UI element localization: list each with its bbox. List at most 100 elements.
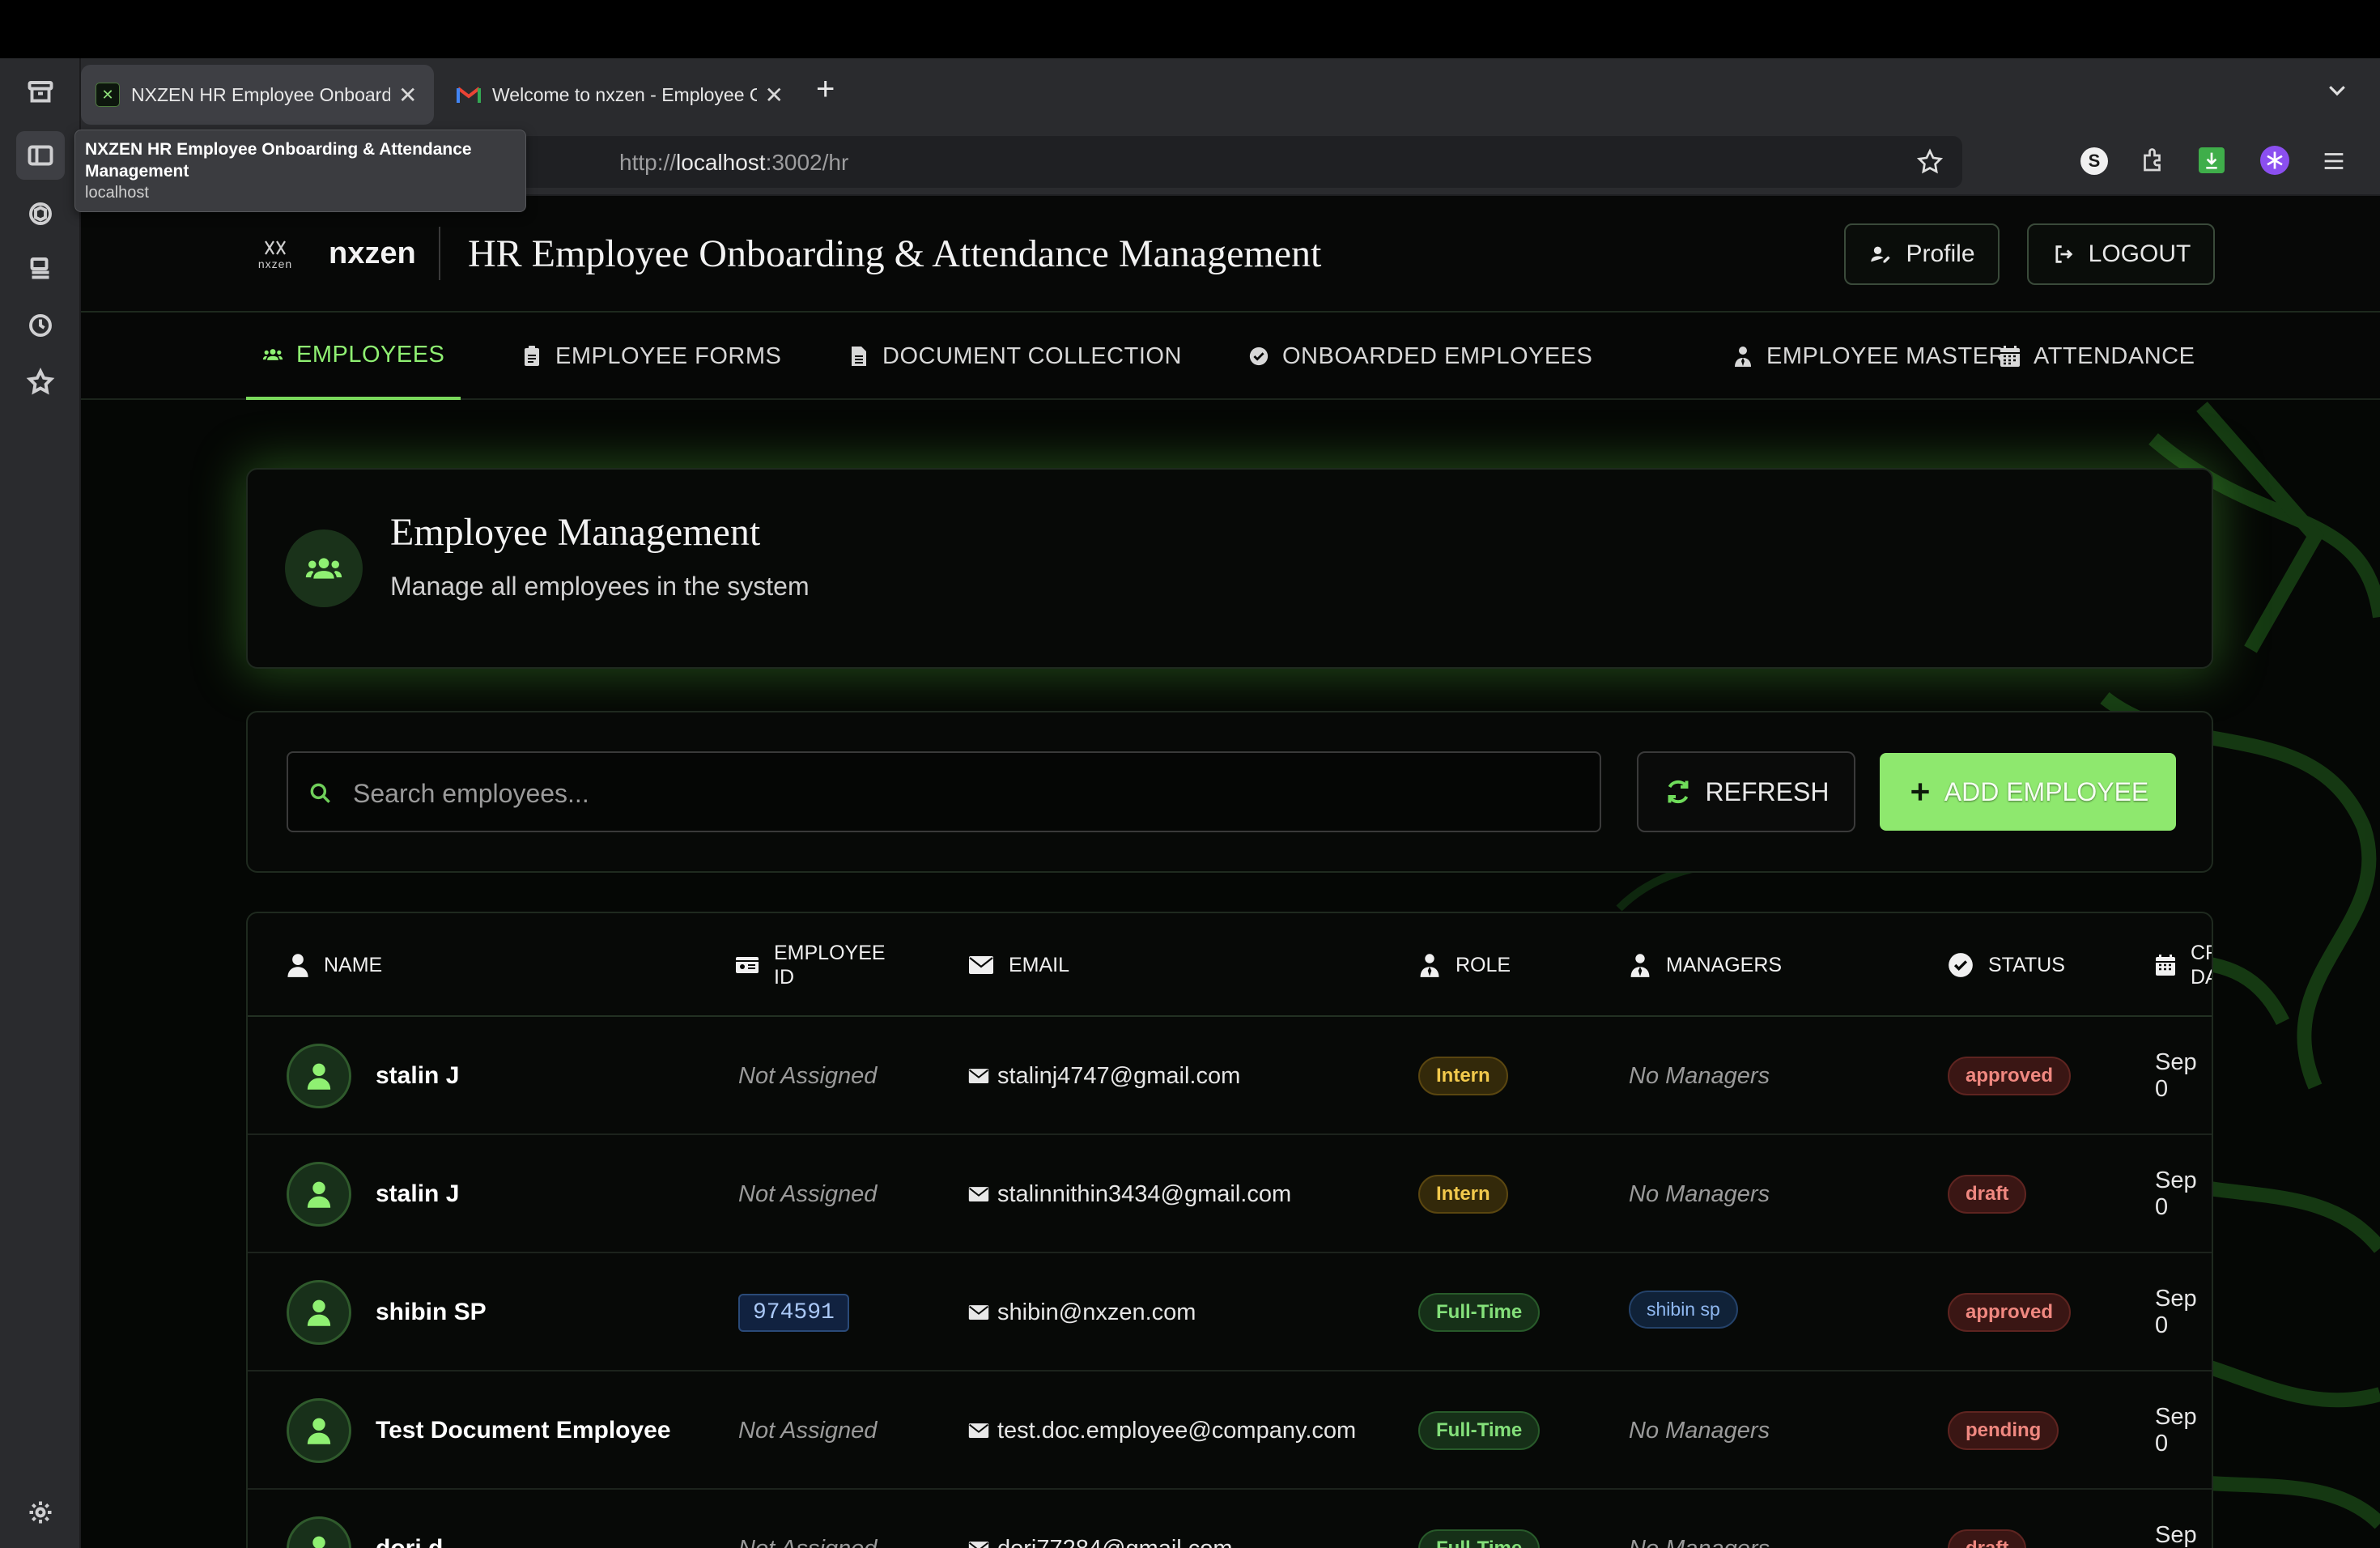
new-tab-button[interactable]: + <box>816 71 835 108</box>
sidebar-toggle-icon[interactable] <box>16 131 65 180</box>
employee-name: dori d <box>376 1535 443 1548</box>
chatgpt-icon[interactable] <box>16 189 65 238</box>
created-date: Sep 0 <box>2155 1167 2197 1220</box>
status-badge: pending <box>1948 1411 2059 1450</box>
refresh-icon <box>1668 780 1688 804</box>
header-label: CRDA <box>2191 942 2212 989</box>
user-tie-icon <box>1732 346 1753 367</box>
table-row[interactable]: stalin J Not Assigned stalinnithin3434@g… <box>248 1135 2212 1253</box>
section-users-icon <box>285 529 363 607</box>
table-row[interactable]: dori d Not Assigned dori77284@gmail.com … <box>248 1490 2212 1548</box>
avatar-user-icon <box>287 1280 351 1345</box>
logo-mark-text: nxzen <box>257 257 293 270</box>
avatar-user-icon <box>287 1044 351 1108</box>
employee-name: shibin SP <box>376 1299 487 1325</box>
managers-value: No Managers <box>1629 1536 1770 1548</box>
nav-document-collection[interactable]: DOCUMENT COLLECTION <box>848 313 1182 400</box>
nav-label: ATTENDANCE <box>2034 342 2195 369</box>
table-row[interactable]: Test Document Employee Not Assigned test… <box>248 1372 2212 1490</box>
employee-id-badge: 974591 <box>738 1293 849 1332</box>
extensions-puzzle-icon[interactable] <box>2139 146 2168 179</box>
bookmarks-star-icon[interactable] <box>16 358 65 406</box>
column-header-managers[interactable]: MANAGERS <box>1629 913 1782 1017</box>
employee-name: Test Document Employee <box>376 1417 671 1444</box>
column-header-name[interactable]: NAME <box>287 913 382 1017</box>
profile-button[interactable]: Profile <box>1844 223 2000 285</box>
header-label: EMPLOYEE ID <box>774 942 886 989</box>
user-icon <box>287 954 308 977</box>
close-tab-icon[interactable]: ✕ <box>398 82 417 108</box>
page-title: HR Employee Onboarding & Attendance Mana… <box>468 232 1322 275</box>
nav-label: DOCUMENT COLLECTION <box>882 342 1182 369</box>
menu-hamburger-icon[interactable] <box>2320 147 2348 179</box>
window-titlebar <box>0 0 2380 58</box>
column-header-email[interactable]: EMAIL <box>968 913 1069 1017</box>
avatar-user-icon <box>287 1516 351 1548</box>
header-divider <box>439 227 440 280</box>
history-icon[interactable] <box>16 301 65 350</box>
header-label: STATUS <box>1988 953 2065 976</box>
status-badge: draft <box>1948 1175 2027 1214</box>
avatar-user-icon <box>287 1398 351 1463</box>
column-header-employee-id[interactable]: EMPLOYEE ID <box>735 913 886 1017</box>
table-row[interactable]: stalin J Not Assigned stalinj4747@gmail.… <box>248 1017 2212 1135</box>
tab-strip: ✕ NXZEN HR Employee Onboarding & Attenda… <box>81 58 2380 128</box>
nav-employee-master[interactable]: EMPLOYEE MASTER <box>1732 313 2006 400</box>
employee-name: stalin J <box>376 1062 460 1089</box>
id-card-icon <box>736 957 759 973</box>
refresh-label: REFRESH <box>1705 776 1830 806</box>
logo-text: nxzen <box>329 236 416 270</box>
gmail-icon <box>457 83 481 107</box>
nav-attendance[interactable]: ATTENDANCE <box>2000 313 2195 400</box>
search-input[interactable]: Search employees... <box>287 751 1601 832</box>
reader-icon[interactable] <box>16 245 65 293</box>
search-placeholder: Search employees... <box>353 779 589 808</box>
settings-gear-icon[interactable] <box>16 1488 65 1537</box>
extension-s-icon[interactable]: S <box>2080 147 2108 175</box>
add-employee-button[interactable]: ADD EMPLOYEE <box>1880 753 2176 831</box>
browser-tab-active[interactable]: ✕ NXZEN HR Employee Onboarding & Attenda… <box>81 65 434 125</box>
nav-onboarded-employees[interactable]: ONBOARDED EMPLOYEES <box>1248 313 1592 400</box>
logout-button[interactable]: LOGOUT <box>2027 223 2215 285</box>
column-header-role[interactable]: ROLE <box>1418 913 1511 1017</box>
employee-id: Not Assigned <box>738 1180 878 1207</box>
tab-list-chevron-icon[interactable] <box>2325 78 2349 102</box>
header-label: NAME <box>324 953 383 976</box>
tooltip-subtitle: localhost <box>85 184 149 202</box>
snowflake-extension-icon[interactable] <box>2260 146 2289 175</box>
calendar-icon <box>2000 346 2021 367</box>
tooltip-title: NXZEN HR Employee Onboarding & Attendanc… <box>85 140 472 181</box>
profile-label: Profile <box>1906 240 1975 267</box>
archive-icon[interactable] <box>16 68 65 117</box>
browser-tab[interactable]: Welcome to nxzen - Employee Onboarding ✕ <box>442 65 798 125</box>
envelope-icon <box>968 1187 989 1201</box>
role-badge: Full-Time <box>1418 1529 1541 1548</box>
users-icon <box>262 344 283 365</box>
column-header-created-date[interactable]: CRDA <box>2155 913 2212 1017</box>
table-row[interactable]: shibin SP 974591 shibin@nxzen.com Full-T… <box>248 1253 2212 1372</box>
nxzen-logo[interactable]: nxzen <box>248 230 303 279</box>
nav-employee-forms[interactable]: EMPLOYEE FORMS <box>521 313 781 400</box>
refresh-button[interactable]: REFRESH <box>1637 751 1855 832</box>
close-tab-icon[interactable]: ✕ <box>765 82 784 108</box>
download-extension-icon[interactable] <box>2199 147 2225 173</box>
managers-value: No Managers <box>1629 1062 1770 1089</box>
employee-name: stalin J <box>376 1180 460 1207</box>
role-badge: Full-Time <box>1418 1411 1541 1450</box>
employee-email: stalinnithin3434@gmail.com <box>997 1180 1292 1207</box>
employee-email: test.doc.employee@company.com <box>997 1417 1357 1444</box>
created-date: Sep 0 <box>2155 1522 2197 1548</box>
column-header-status[interactable]: STATUS <box>1948 913 2065 1017</box>
tab-tooltip: NXZEN HR Employee Onboarding & Attendanc… <box>74 130 526 212</box>
user-tie-icon <box>1420 954 1439 977</box>
bookmark-star-icon[interactable] <box>1915 147 1944 181</box>
section-subtitle: Manage all employees in the system <box>390 572 810 601</box>
created-date: Sep 0 <box>2155 1049 2197 1102</box>
web-page: nxzen nxzen HR Employee Onboarding & Att… <box>81 196 2380 1548</box>
nav-employees[interactable]: EMPLOYEES <box>246 313 461 400</box>
url-field[interactable]: http://localhost:3002/hr <box>518 136 1962 188</box>
avatar-user-icon <box>287 1162 351 1227</box>
nav-label: EMPLOYEE FORMS <box>555 342 782 369</box>
section-header-card: Employee Management Manage all employees… <box>246 468 2213 669</box>
envelope-icon <box>968 1542 989 1548</box>
